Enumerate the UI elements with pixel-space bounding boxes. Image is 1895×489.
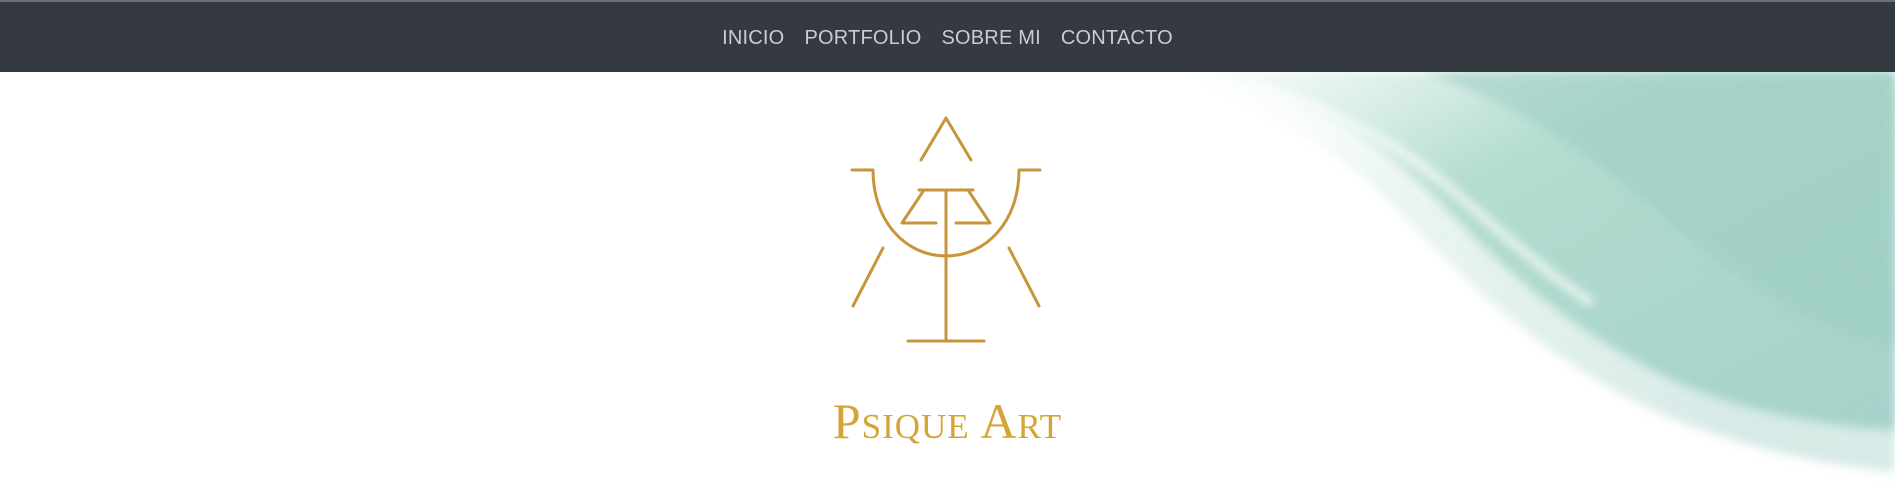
nav-item-portfolio: PORTFOLIO (804, 28, 921, 49)
nav-item-contacto: CONTACTO (1061, 28, 1173, 49)
nav-link-inicio[interactable]: INICIO (722, 24, 784, 49)
nav-link-sobre-mi[interactable]: SOBRE MI (941, 24, 1040, 49)
nav-link-contacto[interactable]: CONTACTO (1061, 24, 1173, 49)
nav-link-portfolio[interactable]: PORTFOLIO (804, 24, 921, 49)
nav-menu: INICIO PORTFOLIO SOBRE MI CONTACTO (0, 2, 1895, 74)
page: INICIO PORTFOLIO SOBRE MI CONTACTO Psiqu… (0, 0, 1895, 489)
top-navbar: INICIO PORTFOLIO SOBRE MI CONTACTO (0, 0, 1895, 72)
psique-art-symbol-icon (850, 116, 1042, 343)
nav-item-inicio: INICIO (722, 28, 784, 49)
brand-title: Psique Art (832, 393, 1063, 449)
nav-item-sobre-mi: SOBRE MI (941, 28, 1040, 49)
